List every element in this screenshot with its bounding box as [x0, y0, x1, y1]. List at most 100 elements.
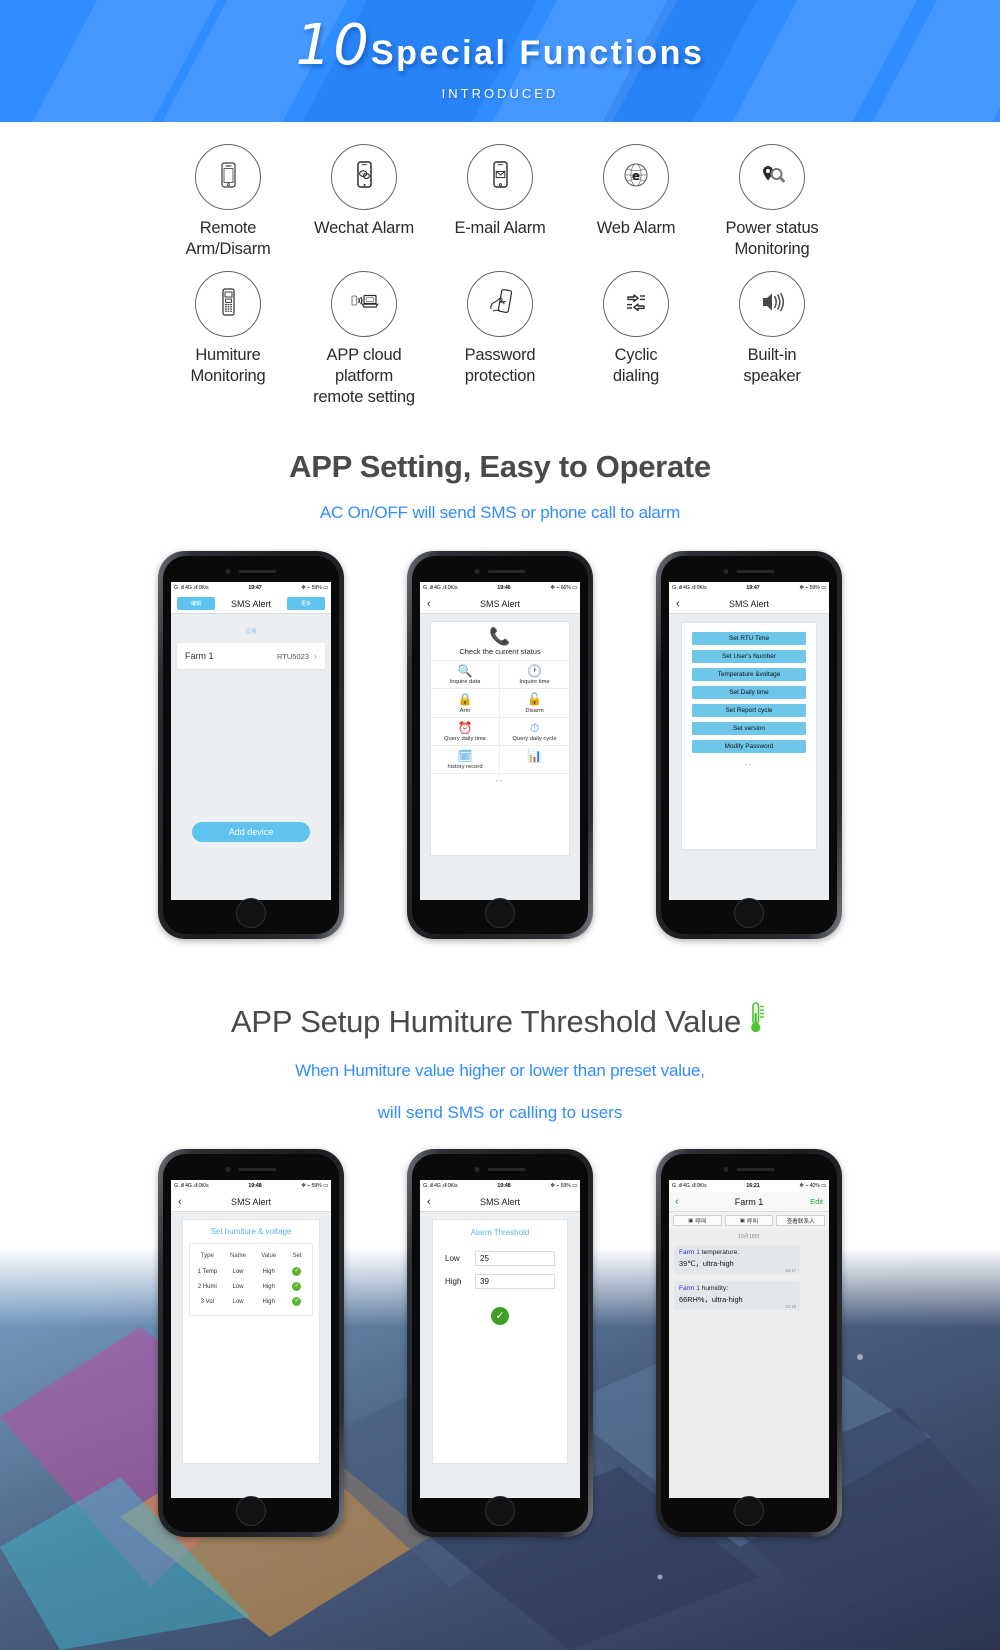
- add-device-button[interactable]: Add device: [192, 822, 310, 843]
- cell-value: High: [262, 1268, 275, 1275]
- modify-password-button[interactable]: Modify Password: [692, 740, 806, 754]
- cell-label: Disarm: [525, 707, 544, 714]
- phone-speaker: [225, 569, 277, 575]
- wifi-icon: ⌁: [805, 585, 809, 592]
- map-pin-magnifier-icon: [754, 157, 790, 198]
- feature-label: Remote Arm/Disarm: [185, 219, 271, 258]
- feature-label: Cyclic dialing: [612, 346, 660, 385]
- threshold-body: Alarm Threshold Low 25 High 39 ✓: [420, 1219, 580, 1499]
- feature-label: Web Alarm: [596, 219, 676, 237]
- home-button[interactable]: [485, 1496, 515, 1527]
- phone-screen: G .ıll 4G .ıll 0K/s 19:47 ✻ ⌁ 59% ▭ 编辑 SMS …: [171, 582, 331, 901]
- nav-title: SMS Alert: [728, 598, 769, 609]
- table-row[interactable]: 2 Humi Low High ✓: [192, 1279, 310, 1294]
- bluetooth-icon: ✻: [550, 585, 555, 592]
- status-time: 16:21: [746, 1183, 760, 1190]
- check-icon[interactable]: ✓: [292, 1282, 302, 1292]
- home-button[interactable]: [236, 898, 266, 929]
- message-header: Farm 1 temperature:: [679, 1249, 740, 1257]
- back-icon[interactable]: ‹: [676, 598, 680, 610]
- status-right: ✻ ⌁ 59% ▭: [301, 585, 328, 592]
- call-tab-1[interactable]: ▣ 呼叫: [673, 1215, 722, 1227]
- phone-speaker: [474, 1167, 526, 1173]
- phone-mockup-settings-list: G .ıll 4G .ıll 0K/s 19:47 ✻ ⌁ 59% ▭ ‹ SMS A…: [656, 551, 842, 940]
- status-right: ✻ ⌁ 59% ▭: [301, 1183, 328, 1190]
- cell-label: Arm: [459, 707, 471, 714]
- more-button[interactable]: 更多: [287, 597, 325, 611]
- back-icon[interactable]: ‹: [178, 1196, 182, 1208]
- feature-grid: Remote Arm/Disarm Wechat Alarm E-mail Al…: [0, 122, 1000, 407]
- banner-title: 10Special Functions: [0, 18, 1000, 74]
- message-timestamp: 16:17: [785, 1268, 796, 1274]
- earpiece-grill: [736, 569, 775, 574]
- lock-open-icon: 🔓: [527, 692, 542, 707]
- cell-arm[interactable]: 🔒 Arm: [431, 689, 500, 718]
- edit-button[interactable]: Edit: [810, 1197, 823, 1206]
- check-icon[interactable]: ✓: [292, 1297, 302, 1307]
- home-button[interactable]: [236, 1496, 266, 1527]
- cell-query-daily-time[interactable]: ⏰ Query daily time: [431, 717, 500, 746]
- back-icon[interactable]: ‹: [427, 1196, 431, 1208]
- feature-email-alarm: E-mail Alarm: [432, 144, 568, 239]
- feature-web-alarm: e Web Alarm: [568, 144, 704, 239]
- status-bar: G .ıll 4G .ıll 0K/s 19:46 ✻ ⌁ 66% ▭: [420, 582, 580, 595]
- feature-wechat-alarm: Wechat Alarm: [296, 144, 432, 239]
- back-icon[interactable]: ‹: [427, 598, 431, 610]
- bluetooth-icon: ✻: [799, 1183, 804, 1190]
- home-button[interactable]: [734, 898, 764, 929]
- view-contacts-tab[interactable]: 查看联系人: [776, 1215, 826, 1227]
- edit-button[interactable]: 编辑: [177, 597, 215, 611]
- cell-chart[interactable]: 📊: [500, 746, 569, 774]
- feature-icon-circle: [467, 144, 533, 210]
- feature-icon-circle: [195, 271, 261, 338]
- envelope-icon: [483, 158, 517, 197]
- low-input[interactable]: 25: [475, 1251, 555, 1267]
- cell-history-record[interactable]: 🗓 history record: [431, 745, 500, 774]
- set-daily-time-button[interactable]: Set Daily time: [692, 686, 806, 700]
- home-button[interactable]: [485, 898, 515, 929]
- confirm-button[interactable]: ✓: [491, 1307, 509, 1326]
- front-camera-icon: [723, 569, 729, 575]
- set-users-number-button[interactable]: Set User's Number: [692, 650, 806, 664]
- phone-laptop-sync-icon: [345, 283, 383, 326]
- home-button[interactable]: [734, 1496, 764, 1527]
- status-left: G .ıll 4G .ıll 0K/s: [672, 585, 707, 592]
- feature-icon-circle: e: [603, 144, 669, 210]
- threshold-row-low: Low 25: [445, 1251, 555, 1267]
- device-name: Farm 1: [185, 651, 214, 662]
- back-icon[interactable]: ‹: [675, 1196, 679, 1208]
- cell-query-daily-cycle[interactable]: ⏱ Query daily cycle: [500, 718, 569, 746]
- nav-title: SMS Alert: [479, 1196, 520, 1207]
- cell-inquire-time[interactable]: 🕐 Inquire time: [500, 661, 569, 690]
- feature-remote-arm-disarm: Remote Arm/Disarm: [160, 144, 296, 259]
- table-row[interactable]: 3 Vol Low High ✓: [192, 1294, 310, 1309]
- check-status-cell[interactable]: 📞 Check the current status: [431, 622, 569, 662]
- phone-mockup-humiture-table: G .ıll 4G .ıll 0K/s 19:48 ✻ ⌁ 59% ▭ ‹ SMS A…: [158, 1149, 344, 1538]
- phone-speaker: [474, 569, 526, 575]
- set-report-cycle-button[interactable]: Set Report cycle: [692, 704, 806, 718]
- cell-name: Low: [232, 1283, 244, 1290]
- feature-humiture-monitoring: Humiture Monitoring: [160, 271, 296, 386]
- cell-label: Inquire data: [449, 679, 481, 686]
- temperature-voltage-button[interactable]: Temperature &voltage: [692, 668, 806, 682]
- set-version-button[interactable]: Set version: [692, 722, 806, 736]
- check-icon[interactable]: ✓: [292, 1267, 302, 1277]
- cell-set: ✓: [284, 1282, 310, 1292]
- phone-row-1: G .ıll 4G .ıll 0K/s 19:47 ✻ ⌁ 59% ▭ 编辑 SMS …: [0, 551, 1000, 940]
- status-bar: G .ıll 4G .ıll 0K/s 19:47 ✻ ⌁ 59% ▭: [669, 582, 829, 595]
- set-rtu-time-button[interactable]: Set RTU Time: [692, 632, 806, 646]
- threshold-row-high: High 39: [445, 1274, 555, 1290]
- device-row[interactable]: Farm 1 RTU5023 ›: [177, 643, 325, 670]
- table-row[interactable]: 1 Temp Low High ✓: [192, 1264, 310, 1279]
- call-tab-2[interactable]: ▣ 呼叫: [724, 1215, 774, 1227]
- status-time: 19:47: [746, 585, 760, 592]
- bluetooth-icon: ✻: [301, 585, 306, 592]
- cell-disarm[interactable]: 🔓 Disarm: [500, 689, 569, 718]
- wifi-icon: ⌁: [307, 585, 311, 592]
- feature-icon-circle: [331, 144, 397, 210]
- earpiece-grill: [487, 569, 526, 574]
- phone-row-2: G .ıll 4G .ıll 0K/s 19:48 ✻ ⌁ 59% ▭ ‹ SMS A…: [0, 1149, 1000, 1538]
- high-input[interactable]: 39: [475, 1274, 555, 1290]
- cell-inquire-data[interactable]: 🔍 Inquire data: [431, 661, 500, 690]
- col-type: Type: [200, 1253, 214, 1260]
